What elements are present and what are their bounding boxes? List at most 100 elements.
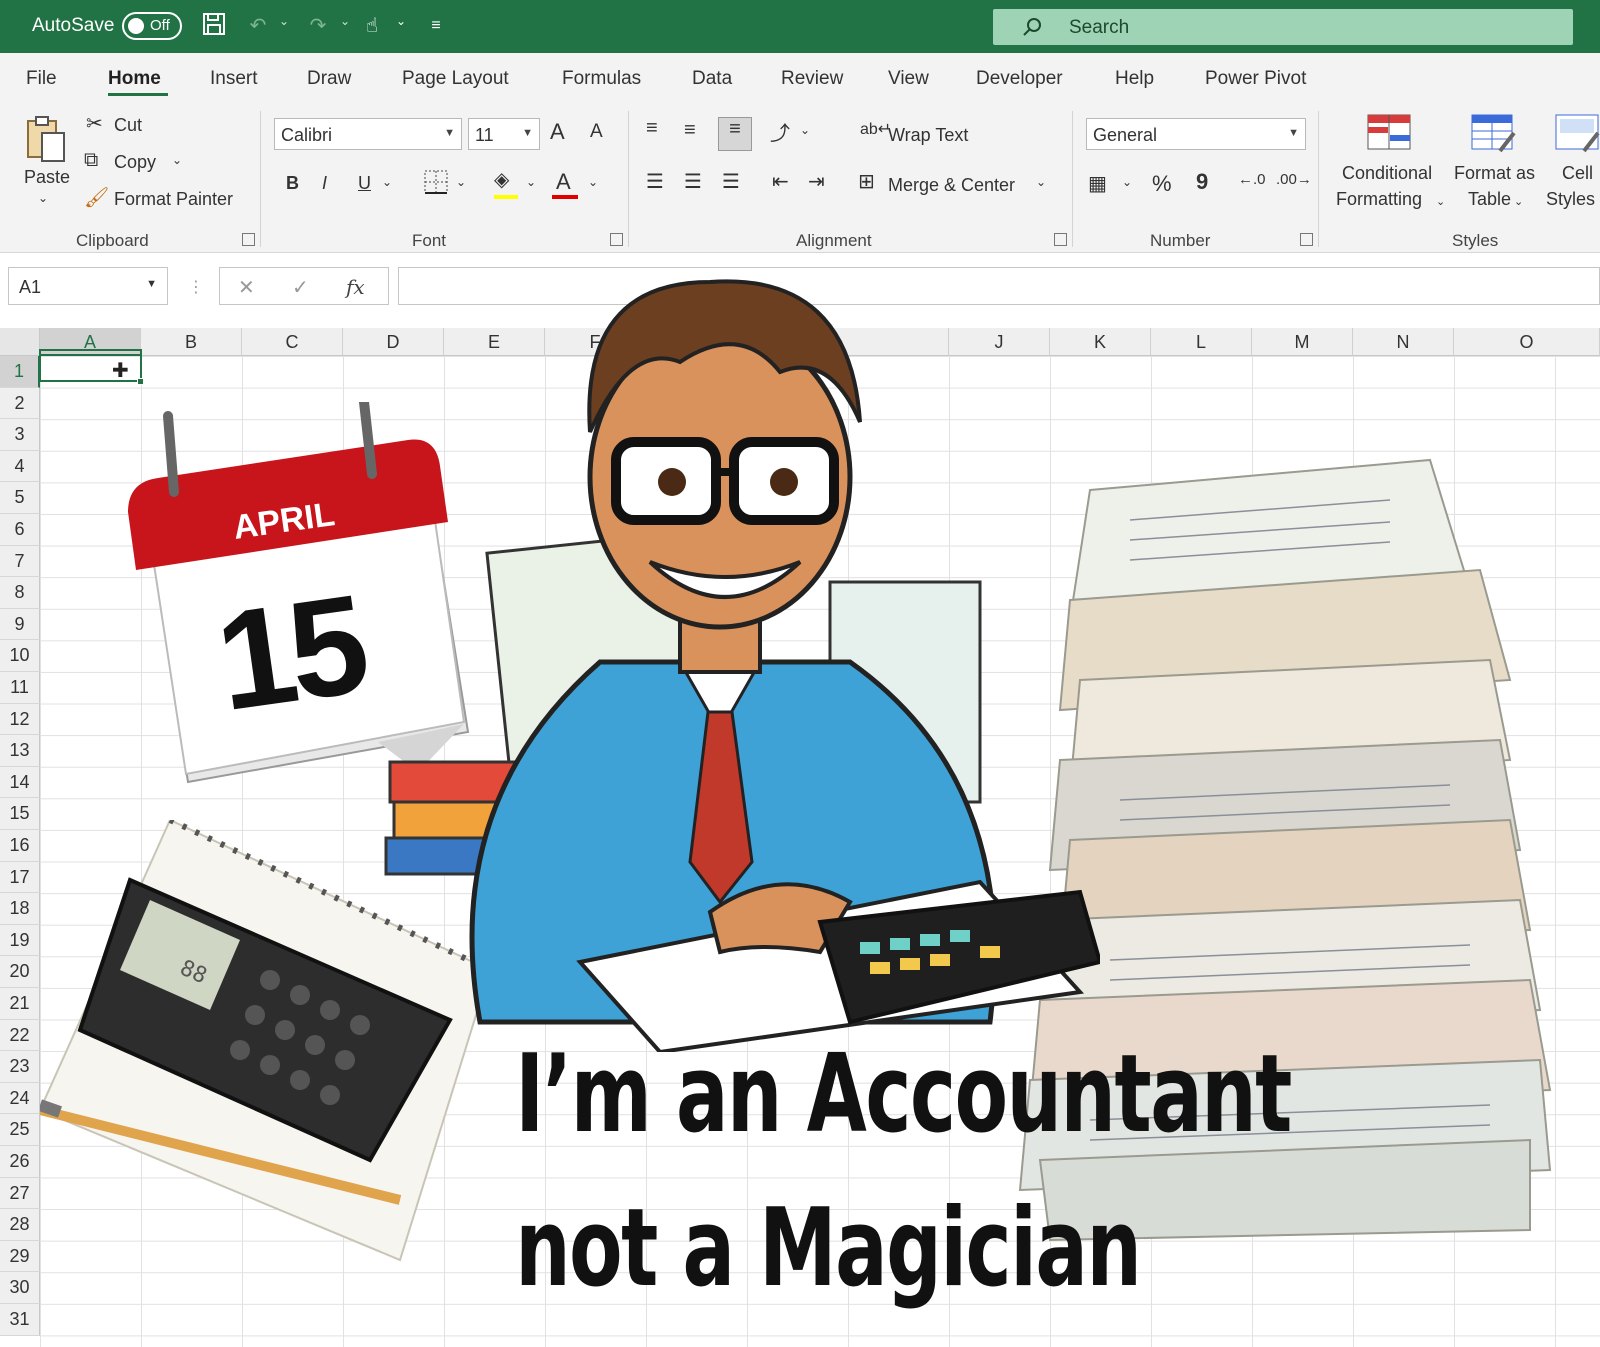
accounting-caret-icon[interactable]: ⌄ xyxy=(1122,175,1132,189)
touch-caret-icon[interactable]: ⌄ xyxy=(396,14,406,28)
paste-caret-icon[interactable]: ⌄ xyxy=(38,191,48,205)
column-header-b[interactable]: B xyxy=(141,328,242,356)
touch-mode-icon[interactable]: ☝ xyxy=(358,12,386,40)
align-left-icon[interactable]: ☰ xyxy=(646,169,664,194)
tab-developer[interactable]: Developer xyxy=(976,68,1063,90)
column-header-n[interactable]: N xyxy=(1353,328,1454,356)
row-header-11[interactable]: 11 xyxy=(0,672,40,704)
font-launcher-icon[interactable] xyxy=(610,233,623,246)
number-launcher-icon[interactable] xyxy=(1300,233,1313,246)
undo-caret-icon[interactable]: ⌄ xyxy=(279,14,289,28)
row-header-31[interactable]: 31 xyxy=(0,1304,40,1336)
search-box[interactable]: Search xyxy=(993,9,1573,45)
comma-style-button[interactable]: 9 xyxy=(1196,169,1208,195)
row-header-9[interactable]: 9 xyxy=(0,608,40,641)
increase-indent-icon[interactable]: ⇥ xyxy=(808,169,825,194)
row-header-3[interactable]: 3 xyxy=(0,419,40,451)
merge-center-label[interactable]: Merge & Center xyxy=(888,175,1015,196)
wrap-text-icon[interactable]: ab↵ xyxy=(860,119,891,139)
conditional-caret-icon[interactable]: ⌄ xyxy=(1436,195,1445,208)
decrease-indent-icon[interactable]: ⇤ xyxy=(772,169,789,194)
format-painter-icon[interactable]: 🖌 xyxy=(84,185,109,210)
enter-icon[interactable]: ✓ xyxy=(292,275,309,300)
row-header-15[interactable]: 15 xyxy=(0,798,40,830)
font-color-button[interactable]: A xyxy=(556,169,571,195)
grow-font-button[interactable]: A xyxy=(550,119,565,145)
format-table-caret-icon[interactable]: ⌄ xyxy=(1514,195,1523,208)
italic-button[interactable]: I xyxy=(322,173,327,194)
row-header-30[interactable]: 30 xyxy=(0,1272,40,1304)
cell-styles-label-1[interactable]: Cell xyxy=(1562,163,1593,184)
undo-icon[interactable]: ↶ xyxy=(244,12,272,40)
align-middle-icon[interactable]: ≡ xyxy=(684,119,696,142)
align-center-icon[interactable]: ☰ xyxy=(684,169,702,194)
column-header-l[interactable]: L xyxy=(1151,328,1252,356)
row-header-16[interactable]: 16 xyxy=(0,830,40,862)
copy-icon[interactable]: ⧉ xyxy=(84,149,98,172)
column-header-m[interactable]: M xyxy=(1252,328,1353,356)
tab-data[interactable]: Data xyxy=(692,68,732,90)
copy-caret-icon[interactable]: ⌄ xyxy=(172,153,182,167)
tab-help[interactable]: Help xyxy=(1115,68,1154,90)
row-header-27[interactable]: 27 xyxy=(0,1177,40,1210)
row-header-7[interactable]: 7 xyxy=(0,545,40,578)
row-header-19[interactable]: 19 xyxy=(0,924,40,957)
insert-function-button[interactable]: fx xyxy=(346,275,365,299)
format-as-table-label-1[interactable]: Format as xyxy=(1454,163,1535,184)
tab-view[interactable]: View xyxy=(888,68,929,90)
row-header-28[interactable]: 28 xyxy=(0,1209,40,1241)
fill-color-icon[interactable]: ◈ xyxy=(494,167,509,192)
select-all-corner[interactable] xyxy=(0,328,40,356)
row-header-4[interactable]: 4 xyxy=(0,450,40,483)
tab-draw[interactable]: Draw xyxy=(307,68,351,90)
shrink-font-button[interactable]: A xyxy=(590,121,603,143)
align-right-icon[interactable]: ☰ xyxy=(722,169,740,194)
row-header-5[interactable]: 5 xyxy=(0,482,40,514)
align-top-icon[interactable]: ≡ xyxy=(646,117,658,140)
format-as-table-label-2[interactable]: Table xyxy=(1468,189,1511,210)
format-painter-label[interactable]: Format Painter xyxy=(114,189,233,210)
row-header-25[interactable]: 25 xyxy=(0,1114,40,1146)
underline-caret-icon[interactable]: ⌄ xyxy=(382,175,392,189)
row-header-8[interactable]: 8 xyxy=(0,577,40,609)
row-header-23[interactable]: 23 xyxy=(0,1051,40,1083)
row-header-13[interactable]: 13 xyxy=(0,735,40,767)
row-header-29[interactable]: 29 xyxy=(0,1240,40,1273)
percent-style-button[interactable]: % xyxy=(1152,171,1172,197)
row-header-12[interactable]: 12 xyxy=(0,703,40,736)
font-size-select[interactable]: 11 ▼ xyxy=(468,118,540,150)
tab-review[interactable]: Review xyxy=(781,68,843,90)
underline-button[interactable]: U xyxy=(358,173,371,194)
row-header-6[interactable]: 6 xyxy=(0,514,40,546)
conditional-formatting-label-1[interactable]: Conditional xyxy=(1342,163,1432,184)
redo-caret-icon[interactable]: ⌄ xyxy=(340,14,350,28)
format-as-table-icon[interactable] xyxy=(1470,113,1516,159)
tab-home[interactable]: Home xyxy=(108,68,161,90)
row-header-14[interactable]: 14 xyxy=(0,766,40,799)
increase-decimal-icon[interactable]: ←.0 xyxy=(1238,171,1266,188)
redo-icon[interactable]: ↷ xyxy=(304,12,332,40)
row-header-24[interactable]: 24 xyxy=(0,1082,40,1115)
tab-formulas[interactable]: Formulas xyxy=(562,68,641,90)
font-family-select[interactable]: Calibri ▼ xyxy=(274,118,462,150)
row-header-26[interactable]: 26 xyxy=(0,1146,40,1178)
tab-file[interactable]: File xyxy=(26,68,57,90)
row-header-21[interactable]: 21 xyxy=(0,988,40,1020)
clipboard-launcher-icon[interactable] xyxy=(242,233,255,246)
alignment-launcher-icon[interactable] xyxy=(1054,233,1067,246)
tab-insert[interactable]: Insert xyxy=(210,68,258,90)
wrap-text-label[interactable]: Wrap Text xyxy=(888,125,968,146)
conditional-formatting-label-2[interactable]: Formatting xyxy=(1336,189,1422,210)
column-header-c[interactable]: C xyxy=(242,328,343,356)
fill-color-caret-icon[interactable]: ⌄ xyxy=(526,175,536,189)
customize-toolbar-icon[interactable]: ≡ xyxy=(422,12,450,40)
more-options-icon[interactable]: ⋮ xyxy=(188,277,204,297)
number-format-select[interactable]: General ▼ xyxy=(1086,118,1306,150)
cell-styles-label-2[interactable]: Styles xyxy=(1546,189,1595,210)
copy-label[interactable]: Copy xyxy=(114,152,156,173)
borders-caret-icon[interactable]: ⌄ xyxy=(456,175,466,189)
column-header-o[interactable]: O xyxy=(1454,328,1600,356)
row-header-17[interactable]: 17 xyxy=(0,861,40,894)
cell-styles-icon[interactable] xyxy=(1554,113,1600,159)
row-header-20[interactable]: 20 xyxy=(0,956,40,988)
